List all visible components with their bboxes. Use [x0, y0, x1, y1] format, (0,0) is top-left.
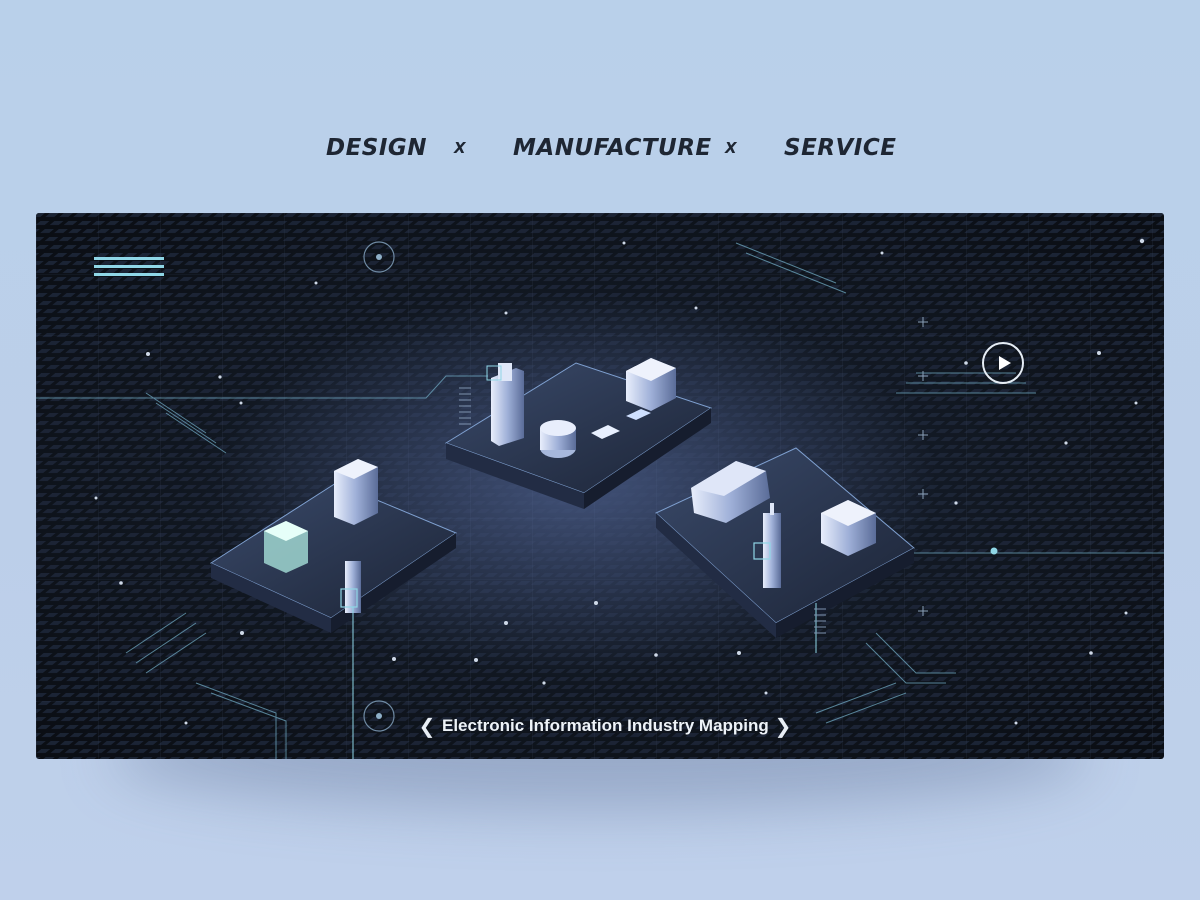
hamburger-menu-icon[interactable]	[94, 257, 166, 289]
tagline-separator: X	[725, 139, 738, 157]
hero-caption: Electronic Information Industry Mapping	[442, 716, 769, 735]
tagline-manufacture: MANUFACTURE	[513, 135, 712, 161]
tagline-separator: X	[454, 139, 467, 157]
play-button[interactable]	[982, 342, 1024, 384]
isometric-city-illustration	[36, 213, 1164, 759]
tagline-design: DESIGN	[326, 135, 428, 161]
chevron-left-icon[interactable]: ❮	[416, 711, 438, 741]
tagline-service: SERVICE	[784, 135, 897, 161]
play-icon	[999, 356, 1011, 370]
chevron-right-icon[interactable]: ❯	[772, 711, 794, 741]
hero-banner: ❮ Electronic Information Industry Mappin…	[36, 213, 1164, 759]
bottom-navigation: ❮ Electronic Information Industry Mappin…	[416, 711, 792, 741]
tagline: DESIGN X MANUFACTURE X SERVICE	[0, 130, 1200, 166]
